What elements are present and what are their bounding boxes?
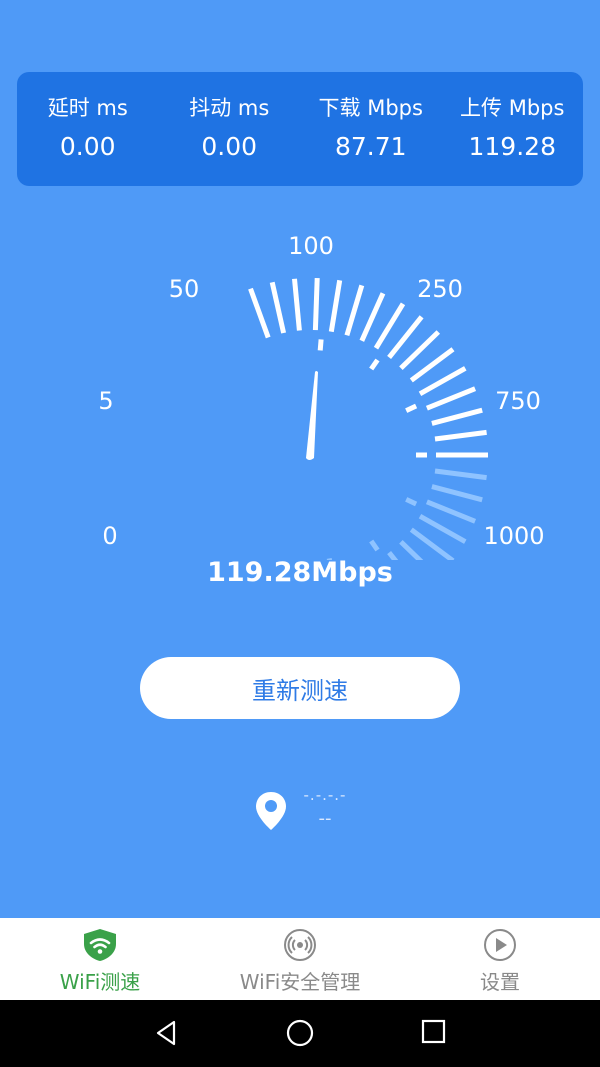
upload-value: 119.28 [468, 132, 556, 161]
latency-stat: 延时 ms 0.00 [17, 72, 159, 186]
scale-label-250: 250 [417, 275, 463, 303]
scale-label-100: 100 [288, 232, 334, 260]
tab-label: 设置 [480, 970, 520, 994]
gauge-ticks [248, 278, 488, 560]
latency-value: 0.00 [59, 132, 116, 161]
gauge-tick [431, 407, 483, 426]
gauge-inner-mark [317, 339, 324, 351]
tab-label: WiFi安全管理 [239, 970, 361, 994]
jitter-stat: 抖动 ms 0.00 [159, 72, 301, 186]
speed-readout: 119.28Mbps [207, 557, 393, 588]
retest-button[interactable]: 重新测速 [140, 657, 460, 719]
gauge-tick [425, 386, 477, 411]
gauge-tick [312, 278, 320, 331]
gauge-tick [248, 287, 271, 339]
gauge-inner-marks [317, 339, 427, 560]
gauge-tick [328, 279, 343, 333]
gauge-tick [434, 429, 487, 442]
download-label: 下载 Mbps [318, 96, 423, 120]
gauge-inner-mark [369, 358, 380, 371]
gauge-inner-mark [369, 539, 380, 552]
gauge-tick [434, 468, 487, 481]
download-value: 87.71 [334, 132, 407, 161]
jitter-label: 抖动 ms [189, 96, 270, 120]
play-circle-icon [484, 929, 516, 961]
back-icon[interactable] [152, 1018, 182, 1048]
gauge-tick [269, 281, 287, 334]
tab-wifi-security[interactable]: WiFi安全管理 [225, 918, 375, 1000]
gauge-tick [431, 484, 483, 503]
jitter-value: 0.00 [201, 132, 258, 161]
gauge-tick [344, 284, 365, 337]
gauge-tick [418, 514, 467, 544]
scale-label-0: 0 [102, 522, 117, 550]
latency-label: 延时 ms [47, 96, 128, 120]
scale-label-50: 50 [169, 275, 200, 303]
tab-wifi-speed-test[interactable]: WiFi测速 [50, 918, 150, 1000]
scale-label-5: 5 [98, 387, 113, 415]
gauge-inner-mark [405, 497, 418, 507]
gauge-tick [418, 366, 467, 396]
system-nav-bar [0, 1000, 600, 1067]
recents-icon[interactable] [420, 1018, 448, 1046]
scale-label-1000: 1000 [483, 522, 544, 550]
wifi-shield-icon [84, 929, 116, 961]
scale-label-750: 750 [495, 387, 541, 415]
download-stat: 下载 Mbps 87.71 [300, 72, 442, 186]
gauge-scale-labels: 0 5 50 100 250 750 1000 [98, 232, 544, 550]
tab-settings[interactable]: 设置 [460, 918, 540, 1000]
stats-panel: 延时 ms 0.00 抖动 ms 0.00 下载 Mbps 87.71 上传 M… [17, 72, 583, 186]
home-icon[interactable] [284, 1018, 316, 1050]
bottom-tab-bar: WiFi测速 WiFi安全管理 设置 [0, 918, 600, 1000]
location-line-1: -.-.-.- [303, 786, 347, 804]
upload-stat: 上传 Mbps 119.28 [442, 72, 584, 186]
gauge-tick [359, 292, 386, 342]
gauge-tick [425, 499, 477, 524]
location-pin-icon [256, 792, 286, 830]
upload-label: 上传 Mbps [460, 96, 565, 120]
gauge-needle [306, 371, 318, 460]
speedometer-gauge: 0 5 50 100 250 750 1000 [98, 232, 545, 560]
gauge-tick [292, 278, 302, 331]
signal-broadcast-icon [284, 929, 316, 961]
location-line-2: -- [318, 808, 332, 829]
gauge-inner-mark [405, 403, 418, 413]
tab-label: WiFi测速 [59, 970, 141, 994]
